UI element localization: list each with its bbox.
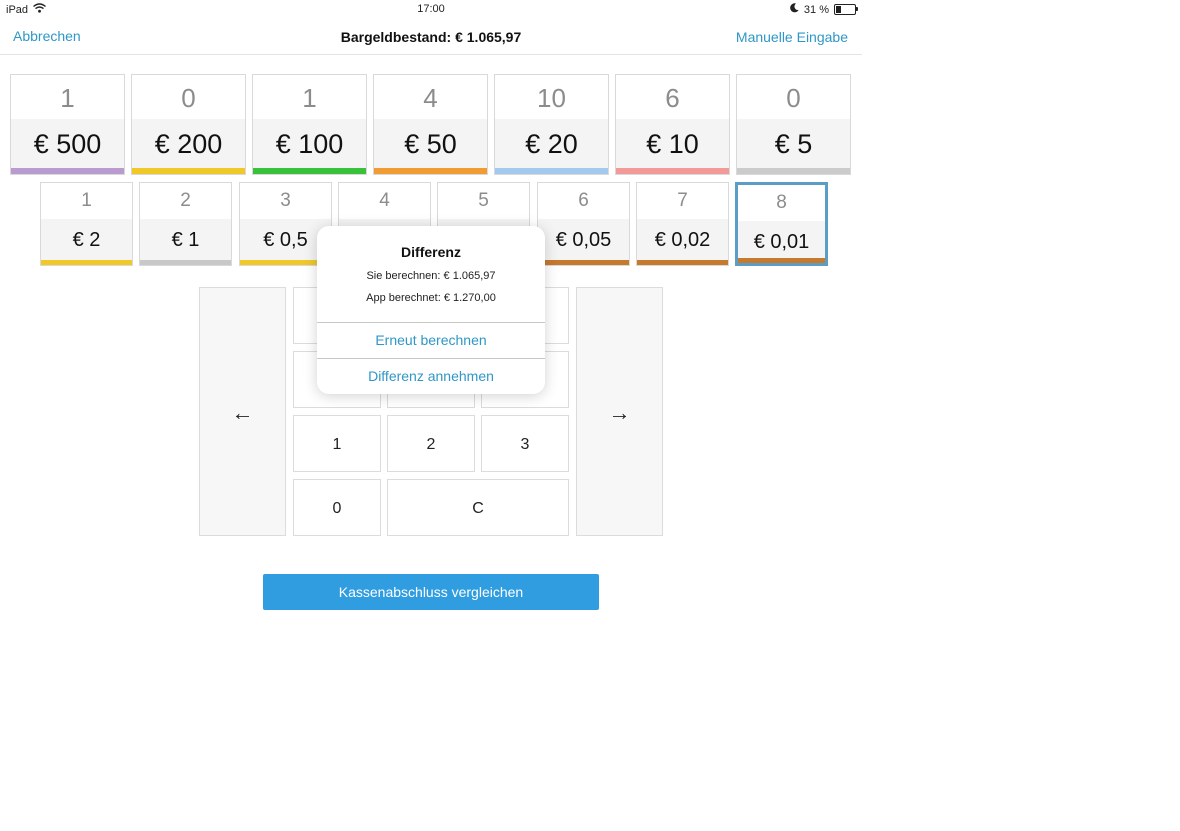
coin-tile-1[interactable]: 2 € 1 xyxy=(139,182,232,266)
note-count: 10 xyxy=(537,83,566,113)
note-tile-5[interactable]: 0 € 5 xyxy=(736,74,851,175)
keypad-key-0[interactable]: 0 xyxy=(293,479,381,536)
note-denomination: € 200 xyxy=(132,119,245,169)
note-color-bar xyxy=(253,168,366,174)
coin-count: 8 xyxy=(776,192,787,213)
coin-denomination: € 0,02 xyxy=(637,219,728,261)
note-color-bar xyxy=(495,168,608,174)
note-count: 1 xyxy=(302,83,317,113)
ipad-screen: iPad 17:00 31 % Abbrechen Bargeldbestand… xyxy=(0,0,862,831)
coin-count: 6 xyxy=(578,190,589,211)
note-count: 0 xyxy=(181,83,196,113)
recalculate-button[interactable]: Erneut berechnen xyxy=(317,322,545,358)
compare-closing-button[interactable]: Kassenabschluss vergleichen xyxy=(263,574,599,610)
note-color-bar xyxy=(737,168,850,174)
accept-difference-button[interactable]: Differenz annehmen xyxy=(317,358,545,394)
user-calculation-text: Sie berechnen: € 1.065,97 xyxy=(366,270,496,282)
note-denomination: € 10 xyxy=(616,119,729,169)
difference-dialog: Differenz Sie berechnen: € 1.065,97 App … xyxy=(317,226,545,394)
note-count: 6 xyxy=(665,83,680,113)
note-denomination: € 20 xyxy=(495,119,608,169)
coin-denomination: € 0,05 xyxy=(538,219,629,261)
note-tile-200[interactable]: 0 € 200 xyxy=(131,74,246,175)
keypad-clear-button[interactable]: C xyxy=(387,479,569,536)
note-color-bar xyxy=(11,168,124,174)
note-tile-20[interactable]: 10 € 20 xyxy=(494,74,609,175)
note-denomination: € 500 xyxy=(11,119,124,169)
keypad-key-3[interactable]: 3 xyxy=(481,415,569,472)
coin-denomination: € 0,01 xyxy=(738,221,825,263)
note-denomination: € 100 xyxy=(253,119,366,169)
dialog-title: Differenz xyxy=(401,244,461,260)
previous-arrow-button[interactable]: ← xyxy=(199,287,286,536)
note-count: 0 xyxy=(786,83,801,113)
note-color-bar xyxy=(374,168,487,174)
note-color-bar xyxy=(132,168,245,174)
moon-icon xyxy=(790,3,799,16)
coin-color-bar xyxy=(41,260,132,265)
coin-tile-2[interactable]: 1 € 2 xyxy=(40,182,133,266)
note-tile-500[interactable]: 1 € 500 xyxy=(10,74,125,175)
battery-percent: 31 % xyxy=(803,3,829,16)
status-bar: iPad 17:00 31 % xyxy=(0,0,862,18)
coin-denomination: € 2 xyxy=(41,219,132,261)
status-time: 17:00 xyxy=(417,3,445,15)
note-count: 4 xyxy=(423,83,438,113)
page-title: Bargeldbestand: € 1.065,97 xyxy=(340,29,522,45)
coin-count: 4 xyxy=(379,190,390,211)
note-count: 1 xyxy=(60,83,75,113)
coin-count: 3 xyxy=(280,190,291,211)
note-color-bar xyxy=(616,168,729,174)
coin-denomination: € 1 xyxy=(140,219,231,261)
coin-color-bar xyxy=(637,260,728,265)
coin-tile-0-05[interactable]: 6 € 0,05 xyxy=(537,182,630,266)
coin-count: 1 xyxy=(81,190,92,211)
coin-color-bar xyxy=(538,260,629,265)
coin-count: 7 xyxy=(677,190,688,211)
coin-count: 2 xyxy=(180,190,191,211)
manual-entry-button[interactable]: Manuelle Eingabe xyxy=(736,29,848,45)
keypad-key-1[interactable]: 1 xyxy=(293,415,381,472)
note-tile-100[interactable]: 1 € 100 xyxy=(252,74,367,175)
coin-color-bar xyxy=(140,260,231,265)
navigation-bar: Abbrechen Bargeldbestand: € 1.065,97 Man… xyxy=(0,18,862,55)
coin-color-bar xyxy=(738,258,825,263)
coin-tile-0-01[interactable]: 8 € 0,01 xyxy=(735,182,828,266)
next-arrow-button[interactable]: → xyxy=(576,287,663,536)
note-denomination: € 5 xyxy=(737,119,850,169)
note-tile-50[interactable]: 4 € 50 xyxy=(373,74,488,175)
coin-count: 5 xyxy=(478,190,489,211)
app-calculation-text: App berechnet: € 1.270,00 xyxy=(366,292,496,304)
note-denomination: € 50 xyxy=(374,119,487,169)
keypad-key-2[interactable]: 2 xyxy=(387,415,475,472)
coin-tile-0-02[interactable]: 7 € 0,02 xyxy=(636,182,729,266)
note-tile-10[interactable]: 6 € 10 xyxy=(615,74,730,175)
battery-icon xyxy=(834,4,858,15)
